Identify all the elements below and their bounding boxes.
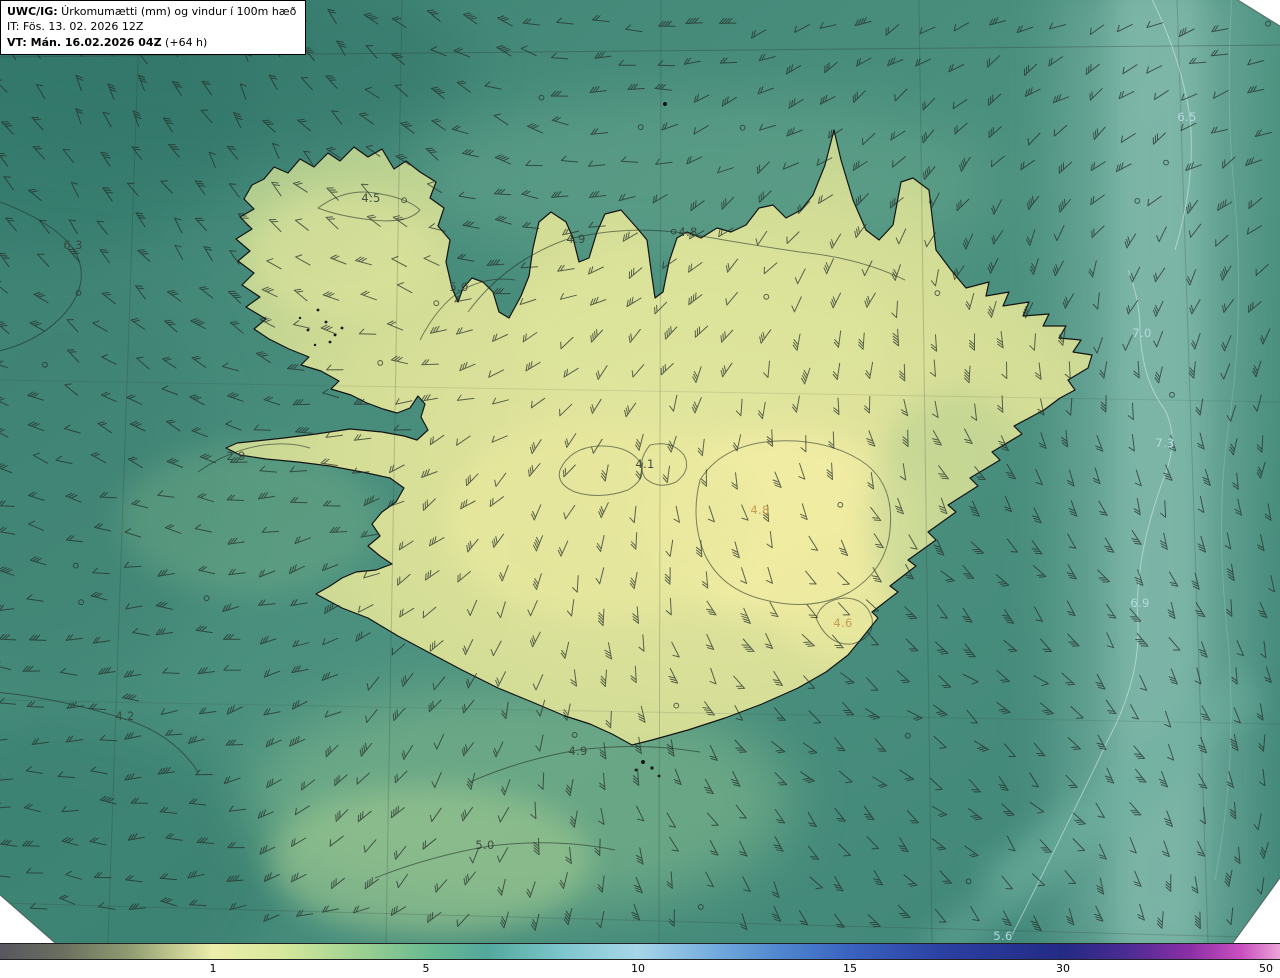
product-code: UWC/IG: — [7, 5, 58, 18]
colorbar-tick-label: 5 — [422, 962, 430, 975]
map-title: Úrkomumætti (mm) og vindur í 100m hæð — [57, 5, 297, 18]
colorbar-tick-label: 10 — [631, 962, 645, 975]
colorbar-tick-labels: 1 5 10 15 30 50 — [0, 943, 1280, 978]
init-time: IT: Fös. 13. 02. 2026 12Z — [7, 20, 144, 34]
valid-time-offset: (+64 h) — [161, 35, 208, 49]
forecast-info-box: UWC/IG: Úrkomumætti (mm) og vindur í 100… — [0, 0, 307, 56]
colorbar-tick-label: 1 — [209, 962, 217, 975]
colorbar-tick-label: 30 — [1056, 962, 1070, 975]
map-canvas: 6.5 6.3 4.5 4.9 4.8 5.0 7.0 7.3 2.9 4.1 4.8 4.6 6.9 4… — [0, 0, 1280, 943]
colorbar-tick-label: 50 — [1259, 962, 1273, 975]
precipitation-colorbar: 1 5 10 15 30 50 — [0, 943, 1280, 978]
colorbar-tick-label: 15 — [843, 962, 857, 975]
weather-forecast-chart: 6.5 6.3 4.5 4.9 4.8 5.0 7.0 7.3 2.9 4.1 4.8 4.6 6.9 4… — [0, 0, 1280, 978]
title-line: UWC/IG: Úrkomumætti (mm) og vindur í 100… — [7, 4, 296, 19]
valid-time-line: VT: Mán. 16.02.2026 04Z (+64 h) — [7, 35, 296, 50]
map-svg — [0, 0, 1280, 943]
valid-time: VT: Mán. 16.02.2026 04Z — [7, 35, 162, 49]
